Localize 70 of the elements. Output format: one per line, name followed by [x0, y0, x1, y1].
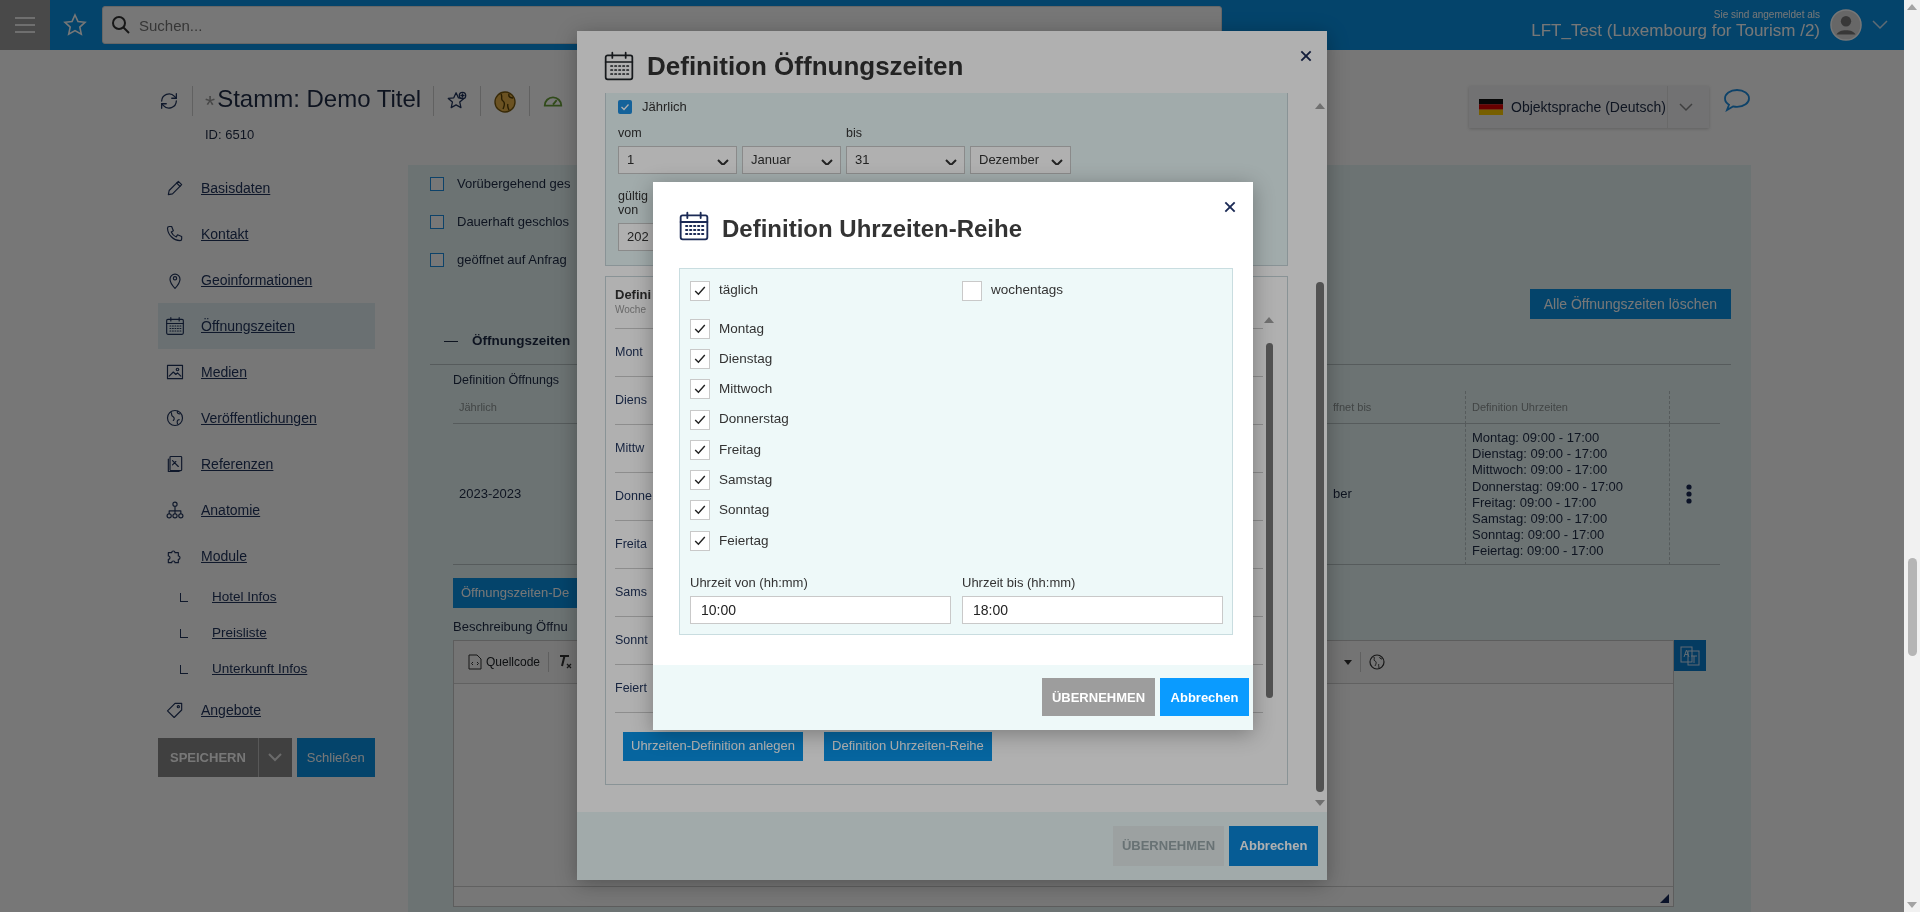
checkbox-label: Freitag [719, 440, 762, 459]
sidebar-item[interactable]: Basisdaten [158, 165, 375, 211]
record-title: Stamm: Demo Titel [217, 86, 422, 113]
select-value: 31 [855, 151, 870, 170]
definition-button[interactable]: Öffnungszeiten-De [453, 578, 578, 608]
sidebar-item[interactable]: Angebote [158, 687, 375, 733]
delete-all-button[interactable]: Alle Öffnungszeiten löschen [1529, 289, 1731, 319]
checkbox-label: Dienstag [719, 349, 773, 368]
select-field[interactable]: Januar [742, 146, 841, 174]
hours-line: Freitag: 09:00 - 17:00 [1472, 494, 1597, 511]
field-label: Uhrzeit bis (hh:mm) [962, 574, 1077, 593]
record-id: ID: 6510 [205, 126, 256, 144]
sidebar-item[interactable]: Kontakt [158, 211, 375, 257]
option-label: Dauerhaft geschlos [457, 213, 569, 232]
close-button[interactable]: Schließen [296, 738, 375, 777]
hours-line: Mittwoch: 09:00 - 17:00 [1472, 462, 1608, 479]
checkbox-label: Samstag [719, 471, 773, 489]
sidebar-subitem[interactable]: Preisliste [158, 615, 375, 651]
section-title: Defini [615, 285, 652, 304]
checkbox-label: Jährlich [642, 98, 687, 117]
sidebar-item[interactable]: Referenzen [158, 441, 375, 487]
select-value: 1 [627, 151, 635, 170]
sidebar-item[interactable]: Öffnungszeiten [158, 303, 375, 349]
sidebar-item[interactable]: Anatomie [158, 487, 375, 533]
input-field[interactable]: 18:00 [962, 595, 1223, 624]
hours-line: Dienstag: 09:00 - 17:00 [1472, 446, 1608, 463]
checkbox-label: Feiertag [719, 531, 769, 550]
field-label: Uhrzeit von (hh:mm) [690, 574, 809, 593]
sidebar-item[interactable]: Module [158, 533, 375, 579]
select-value: Januar [751, 151, 791, 170]
hours-line: Sonntag: 09:00 - 17:00 [1472, 527, 1605, 544]
sidebar-item[interactable]: Medien [158, 349, 375, 395]
dialog-title: Definition Uhrzeiten-Reihe [722, 214, 1022, 244]
apply-button[interactable]: ÜBERNEHMEN [1042, 678, 1155, 717]
select-value: Dezember [979, 151, 1039, 170]
checkbox-label: Montag [719, 319, 765, 338]
cancel-button[interactable]: Abbrechen [1229, 826, 1318, 866]
sidebar-subitem[interactable]: Unterkunft Infos [158, 651, 375, 687]
cancel-button[interactable]: Abbrechen [1160, 678, 1249, 717]
checkbox-label: wochentags [991, 281, 1064, 300]
action-button[interactable]: Uhrzeiten-Definition anlegen [623, 731, 804, 761]
dialog-title: Definition Öffnungszeiten [647, 49, 964, 83]
select-field[interactable]: 1 [618, 146, 737, 174]
hours-line: Feiertag: 09:00 - 17:00 [1472, 543, 1604, 560]
select-field[interactable]: 31 [846, 146, 965, 174]
sidebar-item[interactable]: Veröffentlichungen [158, 395, 375, 441]
section-title: Öffnungszeiten [472, 332, 571, 351]
hours-line: Donnerstag: 09:00 - 17:00 [1472, 478, 1624, 495]
hours-line: Samstag: 09:00 - 17:00 [1472, 511, 1608, 528]
login-caption: Sie sind angemeldet als [1712, 9, 1820, 21]
source-button[interactable]: Quellcode [468, 653, 541, 671]
action-button[interactable]: Definition Uhrzeiten-Reihe [824, 731, 992, 761]
field-label: gültig von [618, 190, 649, 218]
option-label: geöffnet auf Anfrag [457, 251, 567, 270]
modified-mark: * [205, 89, 216, 122]
field-label: vom [618, 124, 643, 142]
option-label: Vorübergehend ges [457, 175, 571, 194]
field-label: Beschreibung Öffnu [453, 618, 569, 636]
select-field[interactable]: Dezember [970, 146, 1071, 174]
field-label: bis [846, 124, 863, 142]
table-caption: Definition Öffnungs [453, 372, 560, 389]
hours-line: Montag: 09:00 - 17:00 [1472, 430, 1600, 447]
sidebar-subitem[interactable]: Hotel Infos [158, 579, 375, 615]
language-dropdown[interactable]: Objektsprache (Deutsch) [1469, 86, 1709, 128]
checkbox-label: Mittwoch [719, 380, 773, 399]
checkbox-label: Sonntag [719, 501, 770, 520]
sidebar-item[interactable]: Geoinformationen [158, 257, 375, 303]
input-field[interactable]: 10:00 [690, 595, 951, 624]
user-name: LFT_Test (Luxembourg for Tourism /2) [1531, 20, 1820, 41]
checkbox-label: täglich [719, 281, 759, 300]
